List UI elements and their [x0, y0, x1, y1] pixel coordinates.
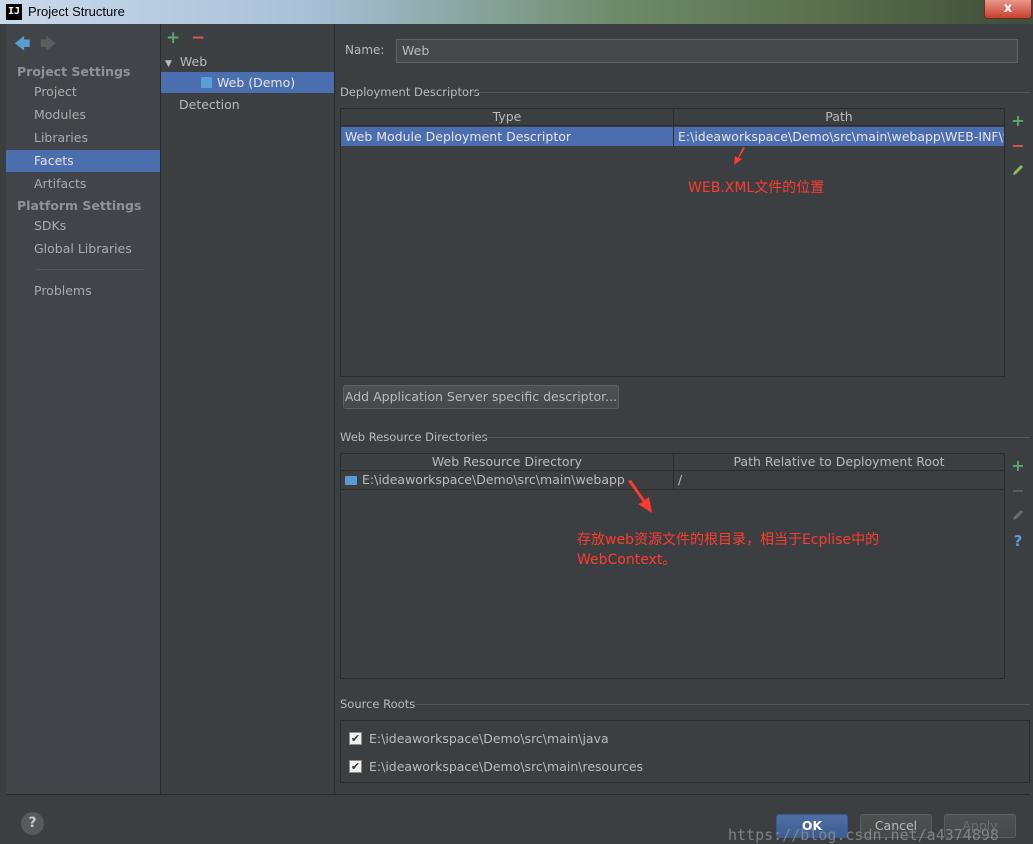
sidebar-divider — [36, 269, 144, 270]
name-label: Name: — [345, 43, 385, 57]
tree-node-web[interactable]: ▼ Web — [161, 51, 334, 72]
expand-triangle-icon[interactable]: ▼ — [165, 59, 172, 69]
settings-sidebar: 🡄 🡆 Project Settings Project Modules Lib… — [6, 24, 161, 794]
title-bar: IJ Project Structure x — [0, 0, 1033, 24]
source-root-path: E:\ideaworkspace\Demo\src\main\java — [369, 731, 609, 746]
platform-settings-header: Platform Settings — [17, 198, 142, 213]
remove-web-resource-icon[interactable]: − — [1011, 483, 1025, 499]
webxml-annotation: WEB.XML文件的位置 — [688, 180, 825, 196]
help-question-icon[interactable]: ? — [1011, 533, 1025, 549]
relative-path-cell[interactable]: / — [673, 471, 1004, 489]
source-root-path: E:\ideaworkspace\Demo\src\main\resources — [369, 759, 644, 774]
sidebar-item-modules[interactable]: Modules — [6, 104, 160, 126]
section-divider — [481, 437, 1030, 438]
sidebar-item-artifacts[interactable]: Artifacts — [6, 173, 160, 195]
section-divider — [415, 704, 1030, 705]
tree-node-label: Web — [179, 54, 208, 69]
name-field[interactable]: Web — [396, 39, 1018, 63]
back-arrow-icon[interactable]: 🡄 — [14, 33, 31, 60]
column-header-type[interactable]: Type — [341, 109, 673, 126]
sidebar-item-sdks[interactable]: SDKs — [6, 215, 160, 237]
annotation-arrow-icon — [731, 146, 747, 169]
web-resource-dir-cell[interactable]: E:\ideaworkspace\Demo\src\main\webapp — [341, 471, 673, 489]
web-resource-toolbar: + − ? — [1004, 453, 1030, 679]
column-header-path[interactable]: Path — [673, 109, 1004, 126]
annotation-arrow-icon — [626, 480, 654, 517]
add-server-descriptor-button[interactable]: Add Application Server specific descript… — [343, 385, 619, 409]
watermark-text: https://blog.csdn.net/a4374898 — [728, 826, 999, 844]
deployment-descriptors-title: Deployment Descriptors — [340, 85, 480, 99]
webroot-annotation-line2: WebContext。 — [577, 552, 677, 568]
facets-tree-pane: + − ▼ Web Web (Demo) Detection — [161, 24, 335, 794]
source-roots-list: ✔ E:\ideaworkspace\Demo\src\main\java ✔ … — [340, 720, 1030, 783]
web-resource-directories-title: Web Resource Directories — [340, 430, 488, 444]
edit-pencil-icon[interactable] — [1011, 508, 1025, 525]
window-title: Project Structure — [28, 4, 125, 19]
column-header-web-resource-directory[interactable]: Web Resource Directory — [341, 454, 673, 471]
tree-node-web-demo[interactable]: Web (Demo) — [161, 72, 334, 93]
web-facet-icon — [201, 77, 212, 88]
tree-node-label: Web (Demo) — [217, 75, 296, 90]
tree-node-detection[interactable]: Detection — [161, 94, 334, 115]
remove-descriptor-icon[interactable]: − — [1011, 138, 1025, 154]
edit-pencil-icon[interactable] — [1011, 163, 1025, 180]
list-item[interactable]: ✔ E:\ideaworkspace\Demo\src\main\java — [347, 731, 947, 747]
web-resource-dir-text: E:\ideaworkspace\Demo\src\main\webapp — [362, 472, 625, 487]
add-facet-icon[interactable]: + — [166, 28, 180, 48]
intellij-app-icon: IJ — [6, 4, 22, 20]
deployment-descriptors-table: Type Path Web Module Deployment Descript… — [340, 108, 1005, 377]
descriptors-toolbar: + − — [1004, 108, 1030, 377]
add-web-resource-icon[interactable]: + — [1011, 458, 1025, 474]
project-settings-header: Project Settings — [17, 64, 131, 79]
folder-icon — [345, 476, 357, 485]
descriptor-path-cell[interactable]: E:\ideaworkspace\Demo\src\main\webapp\WE… — [673, 127, 1004, 146]
help-button[interactable]: ? — [21, 812, 44, 835]
webroot-annotation-line1: 存放web资源文件的根目录，相当于Ecplise中的 — [577, 532, 880, 548]
source-root-checkbox[interactable]: ✔ — [349, 760, 362, 773]
descriptor-type-cell[interactable]: Web Module Deployment Descriptor — [341, 127, 673, 146]
sidebar-item-libraries[interactable]: Libraries — [6, 127, 160, 149]
column-header-relative-path[interactable]: Path Relative to Deployment Root — [673, 454, 1004, 471]
add-descriptor-icon[interactable]: + — [1011, 113, 1025, 129]
sidebar-item-project[interactable]: Project — [6, 81, 160, 103]
remove-facet-icon[interactable]: − — [191, 28, 205, 48]
sidebar-item-problems[interactable]: Problems — [6, 280, 160, 302]
section-divider — [472, 92, 1030, 93]
sidebar-item-global-libraries[interactable]: Global Libraries — [6, 238, 160, 260]
forward-arrow-icon[interactable]: 🡆 — [40, 33, 57, 60]
list-item[interactable]: ✔ E:\ideaworkspace\Demo\src\main\resourc… — [347, 759, 947, 775]
close-button[interactable]: x — [984, 0, 1032, 19]
source-root-checkbox[interactable]: ✔ — [349, 732, 362, 745]
table-row[interactable]: E:\ideaworkspace\Demo\src\main\webapp / — [341, 471, 1004, 490]
source-roots-title: Source Roots — [340, 697, 416, 711]
footer-divider — [6, 794, 1030, 795]
sidebar-item-facets[interactable]: Facets — [6, 150, 160, 172]
table-row[interactable]: Web Module Deployment Descriptor E:\idea… — [341, 127, 1004, 146]
